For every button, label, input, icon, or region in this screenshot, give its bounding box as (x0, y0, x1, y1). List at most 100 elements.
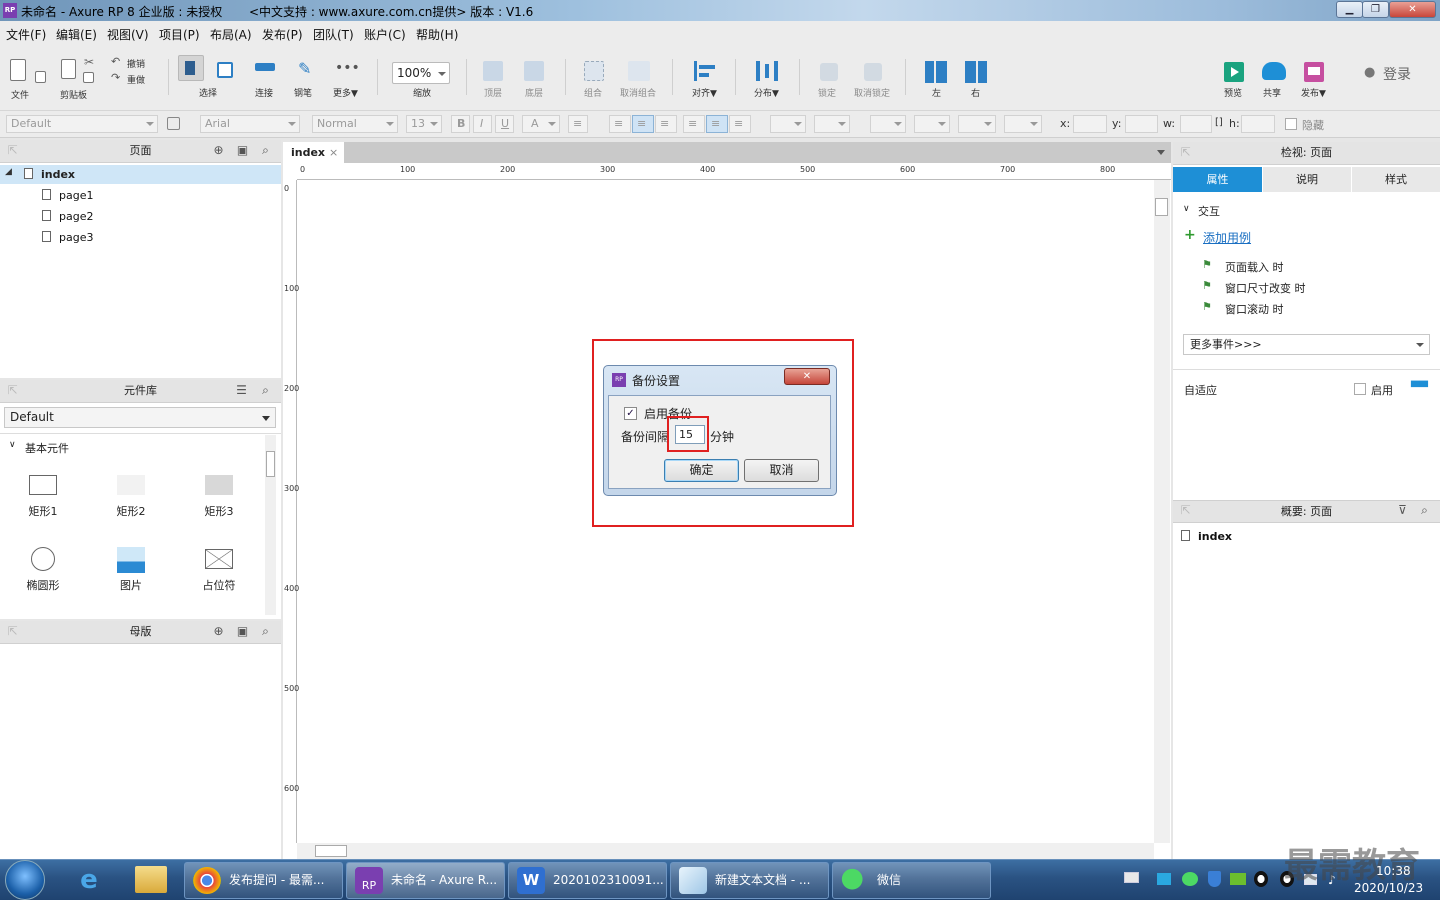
copy-icon[interactable] (83, 72, 94, 83)
bold-button[interactable]: B (451, 115, 470, 133)
outline-item-index[interactable]: index (1181, 530, 1232, 543)
more-icon[interactable]: ••• (335, 61, 360, 75)
search-icon[interactable]: ⌕ (1418, 504, 1431, 517)
search-icon[interactable]: ⌕ (259, 625, 272, 638)
align-text-right-button[interactable]: ≡ (655, 115, 677, 133)
more-events-select[interactable]: 更多事件>>> (1183, 334, 1430, 355)
add-case-link[interactable]: 添加用例 (1203, 229, 1251, 246)
more-menu[interactable]: 更多▼ (333, 86, 358, 99)
add-folder-icon[interactable]: ▣ (236, 625, 249, 638)
shadow-picker[interactable] (814, 115, 850, 133)
line-style-picker[interactable] (958, 115, 996, 133)
widget-ellipse[interactable]: 椭圆形 (20, 547, 66, 593)
redo-icon[interactable]: ↷ (111, 71, 120, 84)
valign-top-button[interactable]: ≡ (683, 115, 705, 133)
preview-icon[interactable] (1224, 62, 1244, 82)
align-icon[interactable] (694, 61, 716, 81)
tab-index[interactable]: index × (283, 142, 344, 163)
cloud-share-icon[interactable] (1262, 62, 1286, 80)
add-page-icon[interactable]: ⊕ (212, 144, 225, 157)
widget-placeholder[interactable]: 占位符 (196, 547, 242, 593)
font-size-select[interactable]: 13 (406, 115, 442, 133)
distribute-icon[interactable] (756, 61, 778, 81)
w-input[interactable] (1180, 115, 1212, 133)
page-row-page1[interactable]: page1 (42, 189, 93, 202)
taskbar-item-chrome[interactable]: 发布提问 - 最需... (184, 862, 343, 899)
menu-layout[interactable]: 布局(A) (210, 26, 252, 43)
arrow-style-picker[interactable] (1004, 115, 1042, 133)
library-select[interactable]: Default (4, 407, 276, 428)
menu-help[interactable]: 帮助(H) (416, 26, 458, 43)
menu-project[interactable]: 项目(P) (159, 26, 200, 43)
tab-list-dropdown-icon[interactable] (1157, 150, 1165, 155)
open-file-icon[interactable] (35, 71, 46, 83)
style-select[interactable]: Default (6, 115, 158, 133)
lock-icon[interactable] (820, 63, 838, 81)
bring-to-top-icon[interactable] (483, 61, 503, 81)
font-color-picker[interactable]: A (522, 115, 560, 133)
adaptive-views-icon[interactable]: ▀▀ (1411, 381, 1428, 394)
ok-button[interactable]: 确定 (664, 459, 739, 482)
start-button-icon[interactable] (5, 860, 45, 900)
add-folder-icon[interactable]: ▣ (236, 144, 249, 157)
align-text-left-button[interactable]: ≡ (609, 115, 631, 133)
file-explorer-icon[interactable] (135, 866, 167, 893)
taskbar-item-document[interactable]: W 2020102310091... (508, 862, 667, 899)
security-shield-icon[interactable] (1208, 871, 1221, 887)
x-input[interactable] (1073, 115, 1107, 133)
italic-button[interactable]: I (473, 115, 492, 133)
nvidia-tray-icon[interactable] (1230, 873, 1246, 885)
menu-edit[interactable]: 编辑(E) (56, 26, 97, 43)
add-icon[interactable]: + (1184, 227, 1196, 243)
page-row-index[interactable]: ◢ index (0, 165, 281, 184)
wechat-tray-icon[interactable] (1182, 872, 1198, 886)
send-to-bottom-icon[interactable] (524, 61, 544, 81)
menu-view[interactable]: 视图(V) (107, 26, 149, 43)
library-scrollbar[interactable] (265, 435, 276, 615)
lock-aspect-icon[interactable]: [] (1215, 117, 1223, 128)
distribute-menu[interactable]: 分布▼ (754, 86, 779, 99)
cut-icon[interactable]: ✂ (84, 55, 94, 69)
maximize-button[interactable]: ❐ (1362, 1, 1389, 18)
select-mode-icon[interactable] (178, 55, 204, 81)
adaptive-enable-checkbox[interactable] (1354, 383, 1366, 395)
login-button[interactable]: 登录 (1383, 64, 1411, 84)
widget-rect3[interactable]: 矩形3 (196, 475, 242, 519)
section-chevron-icon[interactable]: ∨ (1183, 204, 1190, 214)
style-manager-icon[interactable] (167, 117, 180, 130)
add-master-icon[interactable]: ⊕ (212, 625, 225, 638)
qq-tray-icon[interactable] (1254, 871, 1268, 887)
tree-expand-icon[interactable]: ◢ (5, 167, 12, 177)
align-menu[interactable]: 对齐▼ (692, 86, 717, 99)
collapse-panel-icon[interactable]: ⇱ (6, 144, 19, 157)
menu-team[interactable]: 团队(T) (313, 26, 354, 43)
select-contained-icon[interactable] (217, 62, 233, 78)
hidden-checkbox[interactable] (1285, 118, 1297, 130)
publish-menu[interactable]: 发布▼ (1301, 86, 1326, 99)
search-icon[interactable]: ⌕ (259, 144, 272, 157)
search-icon[interactable]: ⌕ (259, 384, 272, 397)
align-left-icon[interactable] (925, 61, 947, 83)
menu-publish[interactable]: 发布(P) (262, 26, 303, 43)
widget-image[interactable]: 图片 (108, 547, 154, 593)
align-right-icon[interactable] (965, 61, 987, 83)
internet-explorer-icon[interactable]: e (73, 866, 105, 894)
taskbar-item-axure[interactable]: RP 未命名 - Axure R... (346, 862, 505, 899)
page-row-page3[interactable]: page3 (42, 231, 93, 244)
section-chevron-icon[interactable]: ∨ (9, 440, 16, 450)
dialog-close-button[interactable]: ✕ (784, 368, 830, 385)
unlock-icon[interactable] (864, 63, 882, 81)
line-width-picker[interactable] (914, 115, 950, 133)
menu-file[interactable]: 文件(F) (6, 26, 46, 43)
valign-middle-button[interactable]: ≡ (706, 115, 728, 133)
close-button[interactable]: ✕ (1389, 1, 1436, 18)
align-text-center-button[interactable]: ≡ (632, 115, 654, 133)
canvas-horizontal-scrollbar[interactable] (297, 843, 1154, 859)
h-input[interactable] (1241, 115, 1275, 133)
library-menu-icon[interactable]: ☰ (235, 384, 248, 397)
valign-bottom-button[interactable]: ≡ (729, 115, 751, 133)
widget-rect1[interactable]: 矩形1 (20, 475, 66, 519)
enable-backup-checkbox[interactable]: ✓ (624, 407, 637, 420)
close-tab-icon[interactable]: × (329, 142, 338, 163)
page-row-page2[interactable]: page2 (42, 210, 93, 223)
